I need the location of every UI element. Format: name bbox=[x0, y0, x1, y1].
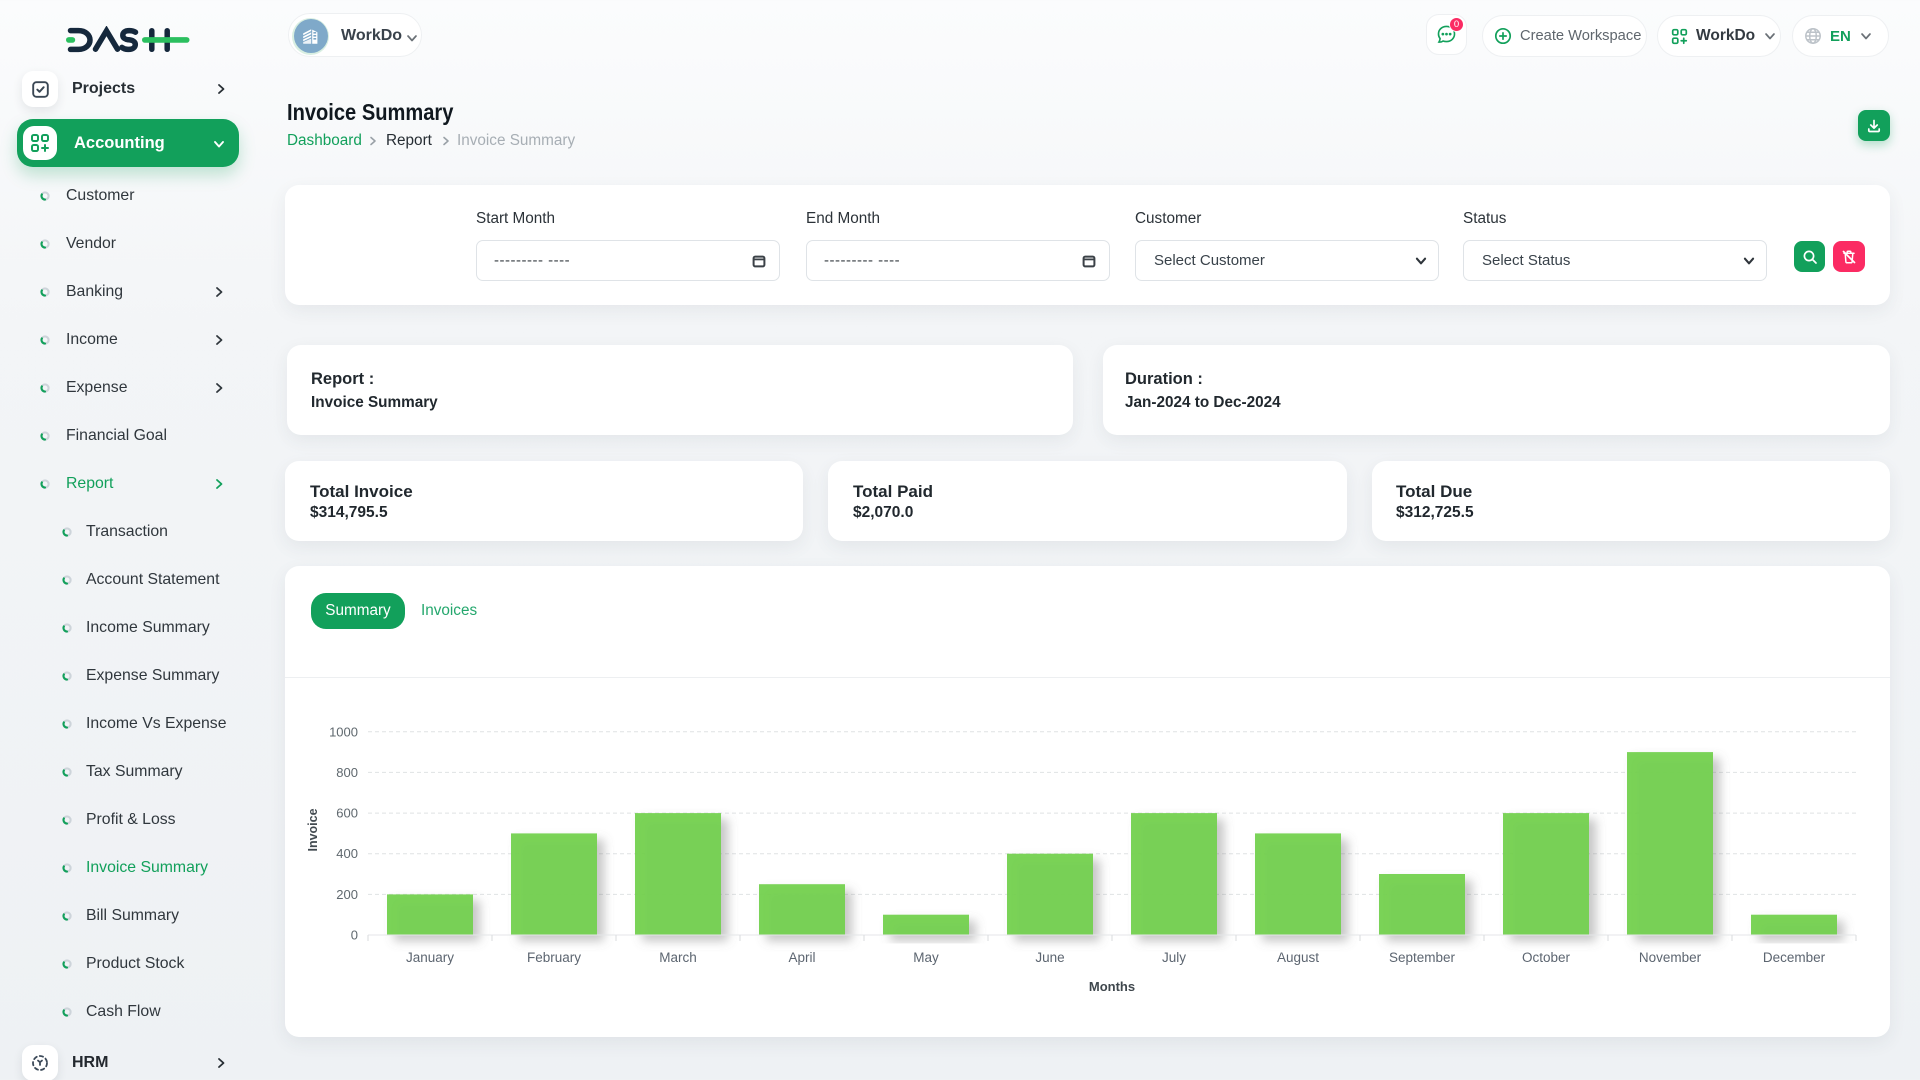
svg-text:600: 600 bbox=[336, 806, 358, 821]
svg-text:September: September bbox=[1389, 950, 1456, 965]
svg-text:December: December bbox=[1763, 950, 1826, 965]
svg-text:0: 0 bbox=[351, 928, 358, 943]
svg-text:400: 400 bbox=[336, 846, 358, 861]
svg-text:1000: 1000 bbox=[329, 724, 358, 739]
svg-text:March: March bbox=[659, 950, 697, 965]
svg-text:February: February bbox=[527, 950, 581, 965]
svg-text:November: November bbox=[1639, 950, 1702, 965]
svg-text:200: 200 bbox=[336, 887, 358, 902]
svg-text:August: August bbox=[1277, 950, 1319, 965]
svg-text:Invoice: Invoice bbox=[306, 808, 320, 851]
svg-text:800: 800 bbox=[336, 765, 358, 780]
svg-text:October: October bbox=[1522, 950, 1571, 965]
svg-text:June: June bbox=[1035, 950, 1064, 965]
svg-text:April: April bbox=[788, 950, 815, 965]
svg-text:Months: Months bbox=[1089, 979, 1135, 994]
svg-text:January: January bbox=[406, 950, 454, 965]
svg-text:May: May bbox=[913, 950, 939, 965]
svg-text:July: July bbox=[1162, 950, 1186, 965]
